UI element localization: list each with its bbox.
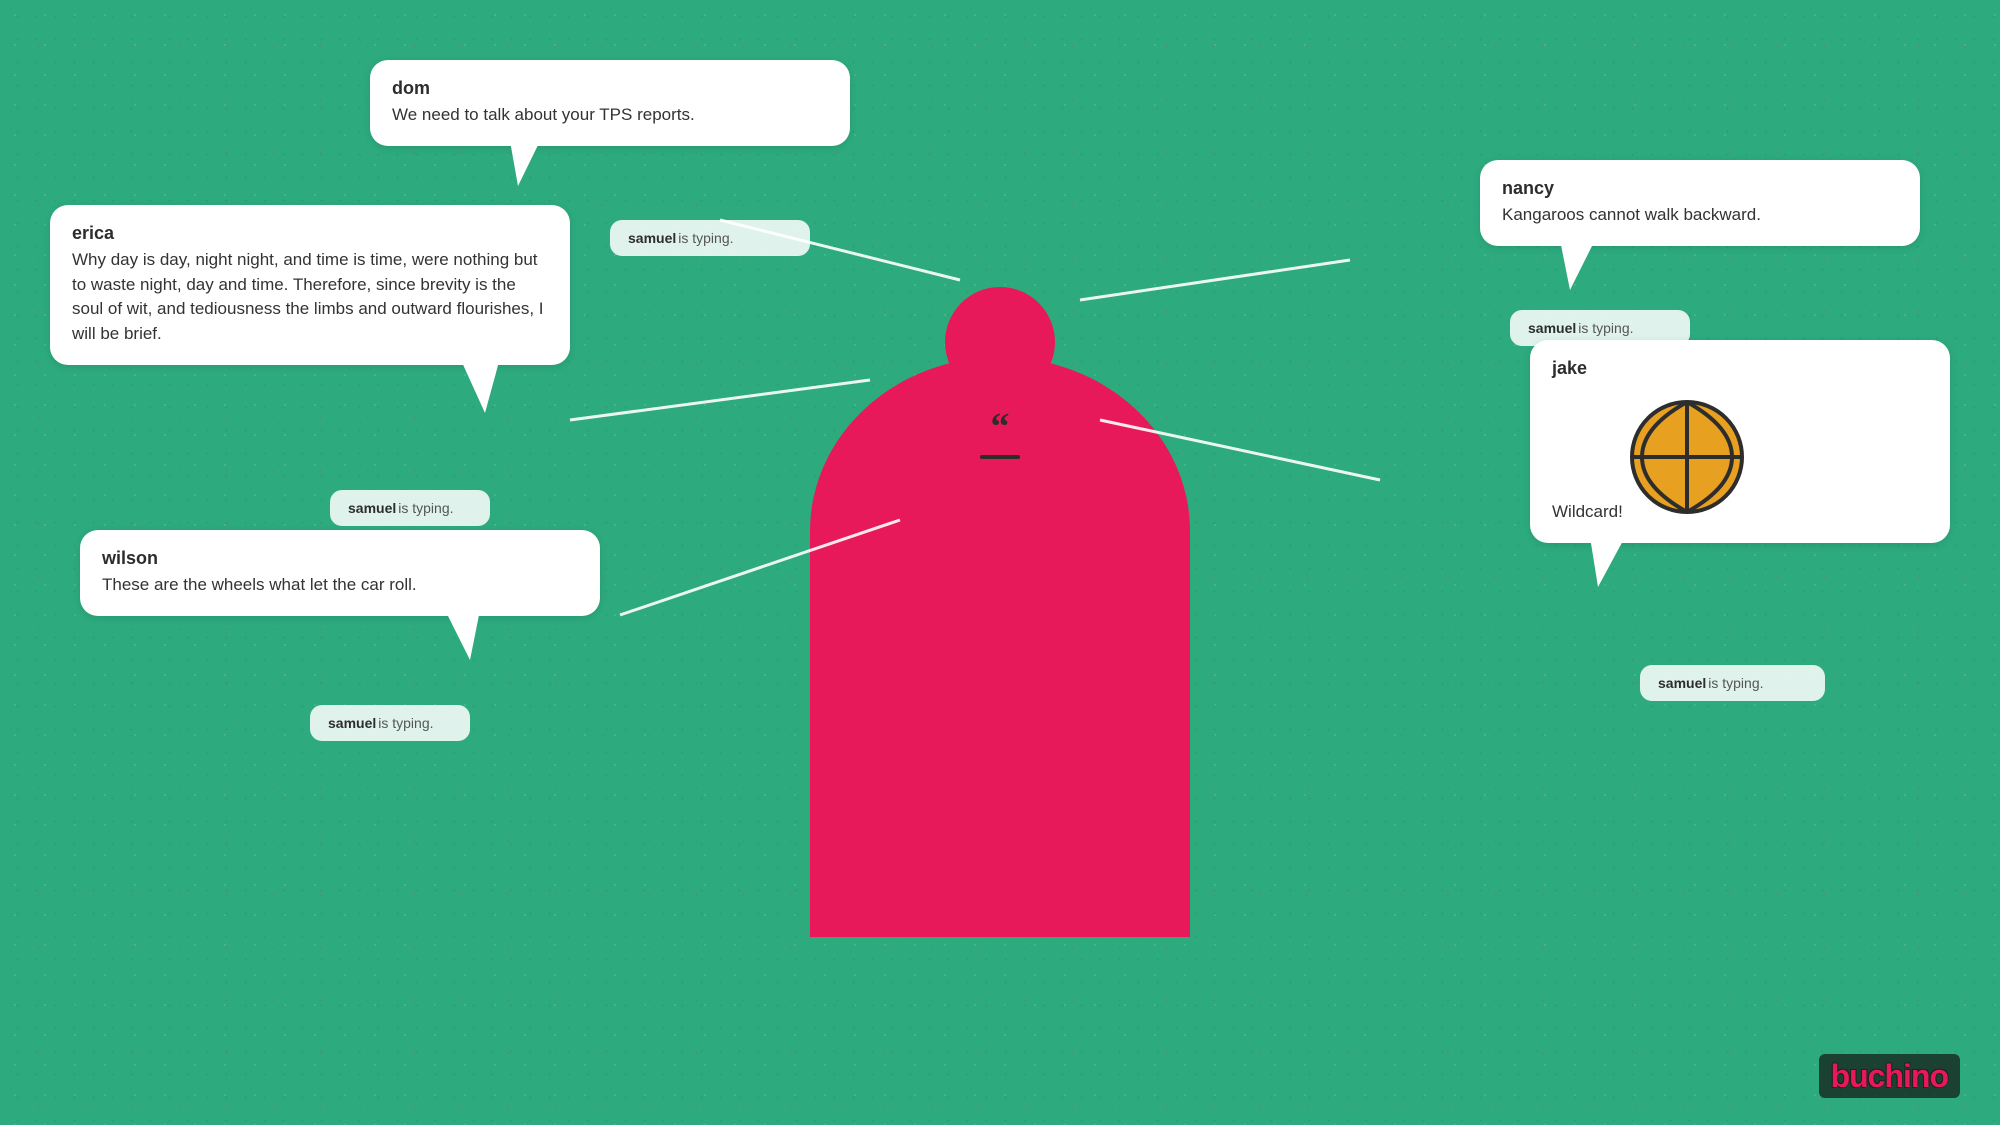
erica-sender: erica xyxy=(72,223,548,244)
typing-label-jake: is typing. xyxy=(1708,675,1763,691)
typing-indicator-erica: samuel is typing. xyxy=(330,490,490,526)
typing-label-wilson: is typing. xyxy=(378,715,433,731)
typing-label-erica: is typing. xyxy=(398,500,453,516)
figure-body: “ xyxy=(840,257,1160,937)
typing-sender-dom: samuel xyxy=(628,230,676,246)
figure-eyes: “ xyxy=(991,408,1010,446)
bubble-jake: jake Wildcard! xyxy=(1530,340,1950,543)
bubble-erica: erica Why day is day, night night, and t… xyxy=(50,205,570,365)
typing-sender-erica: samuel xyxy=(348,500,396,516)
logo: buchino xyxy=(1819,1058,1960,1095)
nancy-text: Kangaroos cannot walk backward. xyxy=(1502,205,1761,224)
jake-text: Wildcard! xyxy=(1552,502,1623,521)
basketball-icon xyxy=(1627,397,1747,517)
figure-head xyxy=(945,287,1055,397)
erica-text: Why day is day, night night, and time is… xyxy=(72,250,544,343)
dom-sender: dom xyxy=(392,78,828,99)
typing-label-nancy: is typing. xyxy=(1578,320,1633,336)
wilson-sender: wilson xyxy=(102,548,578,569)
bubble-nancy: nancy Kangaroos cannot walk backward. xyxy=(1480,160,1920,246)
typing-sender-wilson: samuel xyxy=(328,715,376,731)
dom-text: We need to talk about your TPS reports. xyxy=(392,105,695,124)
figure-face: “ xyxy=(970,412,1030,442)
logo-text: buchino xyxy=(1819,1054,1960,1098)
bubble-wilson: wilson These are the wheels what let the… xyxy=(80,530,600,616)
nancy-sender: nancy xyxy=(1502,178,1898,199)
typing-indicator-wilson: samuel is typing. xyxy=(310,705,470,741)
typing-sender-nancy: samuel xyxy=(1528,320,1576,336)
typing-label-dom: is typing. xyxy=(678,230,733,246)
figure-mouth xyxy=(980,455,1020,459)
typing-sender-jake: samuel xyxy=(1658,675,1706,691)
wilson-text: These are the wheels what let the car ro… xyxy=(102,575,417,594)
jake-sender: jake xyxy=(1552,358,1928,379)
typing-indicator-dom: samuel is typing. xyxy=(610,220,810,256)
central-figure: “ xyxy=(840,257,1160,937)
typing-indicator-jake: samuel is typing. xyxy=(1640,665,1825,701)
bubble-dom: dom We need to talk about your TPS repor… xyxy=(370,60,850,146)
